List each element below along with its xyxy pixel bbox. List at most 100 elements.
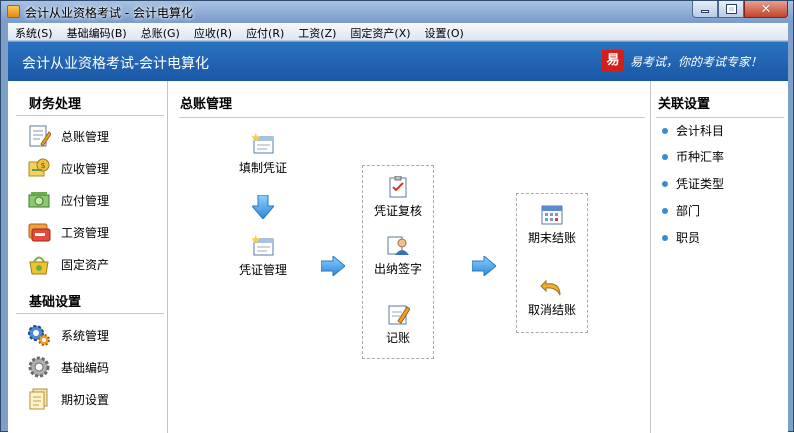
flow-label: 期末结账 bbox=[527, 231, 576, 245]
link-employees[interactable]: 职员 bbox=[662, 229, 700, 246]
link-account-subjects[interactable]: 会计科目 bbox=[662, 122, 724, 139]
link-label: 币种汇率 bbox=[676, 150, 725, 164]
sidebar-item-receivable[interactable]: $ 应收管理 bbox=[27, 154, 162, 182]
flow-label: 记账 bbox=[385, 331, 410, 345]
flow-label: 取消结账 bbox=[527, 303, 576, 317]
arrow-down-icon bbox=[252, 195, 274, 219]
gears-icon bbox=[27, 323, 51, 347]
voucher-icon bbox=[251, 235, 275, 257]
sidebar-item-label: 固定资产 bbox=[61, 257, 110, 272]
sidebar-item-label: 应付管理 bbox=[61, 193, 110, 208]
undo-arrow-icon bbox=[540, 275, 564, 297]
close-button[interactable]: ✕ bbox=[744, 1, 788, 18]
sidebar-item-label: 应收管理 bbox=[61, 161, 110, 176]
cancel-close-button[interactable]: 取消结账 bbox=[512, 275, 592, 318]
panel-title: 关联设置 bbox=[658, 97, 711, 112]
window-controls: ✕ bbox=[692, 1, 788, 18]
brand-logo: 易 bbox=[602, 50, 624, 72]
sidebar-item-label: 工资管理 bbox=[61, 225, 110, 240]
sidebar-item-payroll[interactable]: 工资管理 bbox=[27, 218, 162, 246]
link-currency-rates[interactable]: 币种汇率 bbox=[662, 148, 724, 165]
divider bbox=[656, 117, 784, 118]
sidebar-item-system-management[interactable]: 系统管理 bbox=[27, 321, 162, 349]
ledger-flow-panel: 总账管理 填制凭证 凭证管理 凭证复核 出纳签字 记账 期末结账 取消结账 bbox=[169, 81, 651, 433]
maximize-button[interactable] bbox=[718, 1, 744, 18]
link-label: 部门 bbox=[676, 204, 701, 218]
link-label: 凭证类型 bbox=[676, 177, 725, 191]
sidebar-item-label: 基础编码 bbox=[61, 360, 110, 375]
content-area: 财务处理 总账管理 $ 应收管理 应付管理 工资管理 固定资产 基础设置 系统管… bbox=[8, 81, 788, 433]
menu-general-ledger[interactable]: 总账(G) bbox=[134, 23, 187, 41]
fixed-assets-icon bbox=[27, 252, 51, 276]
arrow-right-icon bbox=[472, 256, 496, 276]
menu-fixed-assets[interactable]: 固定资产(X) bbox=[343, 23, 417, 41]
sidebar-item-label: 系统管理 bbox=[61, 328, 110, 343]
posting-pen-icon bbox=[386, 303, 411, 325]
payable-icon bbox=[27, 188, 51, 212]
flow-label: 凭证管理 bbox=[238, 263, 287, 277]
payroll-icon bbox=[27, 220, 51, 244]
flow-label: 凭证复核 bbox=[373, 204, 422, 218]
cashier-sign-button[interactable]: 出纳签字 bbox=[358, 234, 438, 277]
menu-system[interactable]: 系统(S) bbox=[8, 23, 60, 41]
flow-label: 填制凭证 bbox=[238, 161, 287, 175]
menu-payable[interactable]: 应付(R) bbox=[239, 23, 291, 41]
close-icon: ✕ bbox=[760, 1, 772, 17]
sidebar-item-ledger[interactable]: 总账管理 bbox=[27, 122, 162, 150]
flow-label: 出纳签字 bbox=[373, 262, 422, 276]
menu-bar: 系统(S) 基础编码(B) 总账(G) 应收(R) 应付(R) 工资(Z) 固定… bbox=[8, 23, 788, 41]
menu-payroll[interactable]: 工资(Z) bbox=[291, 23, 343, 41]
cashier-user-icon bbox=[386, 234, 410, 256]
bookkeeping-button[interactable]: 记账 bbox=[358, 303, 438, 346]
ledger-icon bbox=[27, 124, 52, 148]
panel-title: 总账管理 bbox=[180, 97, 233, 112]
basic-section-title: 基础设置 bbox=[29, 295, 82, 310]
calendar-icon bbox=[540, 203, 564, 225]
documents-icon bbox=[27, 387, 51, 411]
svg-text:$: $ bbox=[41, 161, 46, 170]
bullet-icon bbox=[662, 234, 668, 241]
bullet-icon bbox=[662, 180, 668, 187]
sidebar-item-opening-setup[interactable]: 期初设置 bbox=[27, 385, 162, 413]
link-departments[interactable]: 部门 bbox=[662, 202, 700, 219]
minimize-icon bbox=[701, 10, 709, 13]
sidebar-item-basic-codes[interactable]: 基础编码 bbox=[27, 353, 162, 381]
bullet-icon bbox=[662, 127, 668, 134]
finance-section-title: 财务处理 bbox=[29, 97, 82, 112]
manage-voucher-button[interactable]: 凭证管理 bbox=[223, 235, 303, 278]
title-bar[interactable]: 会计从业资格考试 - 会计电算化 ✕ bbox=[1, 1, 793, 22]
fill-voucher-button[interactable]: 填制凭证 bbox=[223, 133, 303, 176]
minimize-button[interactable] bbox=[692, 1, 718, 18]
period-close-button[interactable]: 期末结账 bbox=[512, 203, 592, 246]
sidebar-item-fixed-assets[interactable]: 固定资产 bbox=[27, 250, 162, 278]
application-window: 会计从业资格考试 - 会计电算化 ✕ 系统(S) 基础编码(B) 总账(G) 应… bbox=[0, 0, 794, 433]
maximize-icon bbox=[725, 4, 737, 14]
link-label: 职员 bbox=[676, 231, 701, 245]
window-title: 会计从业资格考试 - 会计电算化 bbox=[25, 6, 193, 20]
arrow-right-icon bbox=[321, 256, 345, 276]
brand-slogan: 易考试，你的考试专家！ bbox=[630, 55, 763, 69]
gear-icon bbox=[27, 355, 51, 379]
sidebar-item-payable[interactable]: 应付管理 bbox=[27, 186, 162, 214]
header-banner: 会计从业资格考试-会计电算化 易 易考试，你的考试专家！ bbox=[8, 42, 788, 81]
review-voucher-button[interactable]: 凭证复核 bbox=[358, 175, 438, 219]
review-check-icon bbox=[386, 175, 410, 198]
link-voucher-types[interactable]: 凭证类型 bbox=[662, 175, 724, 192]
sidebar-item-label: 期初设置 bbox=[61, 392, 110, 407]
sidebar-item-label: 总账管理 bbox=[61, 129, 110, 144]
related-settings-panel: 关联设置 会计科目 币种汇率 凭证类型 部门 职员 bbox=[652, 81, 788, 433]
menu-basic-codes[interactable]: 基础编码(B) bbox=[60, 23, 134, 41]
link-label: 会计科目 bbox=[676, 124, 725, 138]
bullet-icon bbox=[662, 207, 668, 214]
divider bbox=[179, 117, 645, 118]
divider bbox=[16, 313, 164, 314]
divider bbox=[16, 115, 164, 116]
app-icon bbox=[7, 5, 20, 18]
new-voucher-icon bbox=[251, 133, 275, 155]
menu-receivable[interactable]: 应收(R) bbox=[187, 23, 239, 41]
receivable-icon: $ bbox=[27, 156, 51, 180]
sidebar: 财务处理 总账管理 $ 应收管理 应付管理 工资管理 固定资产 基础设置 系统管… bbox=[8, 81, 168, 433]
banner-title: 会计从业资格考试-会计电算化 bbox=[22, 56, 210, 72]
bullet-icon bbox=[662, 153, 668, 160]
menu-settings[interactable]: 设置(O) bbox=[418, 23, 471, 41]
